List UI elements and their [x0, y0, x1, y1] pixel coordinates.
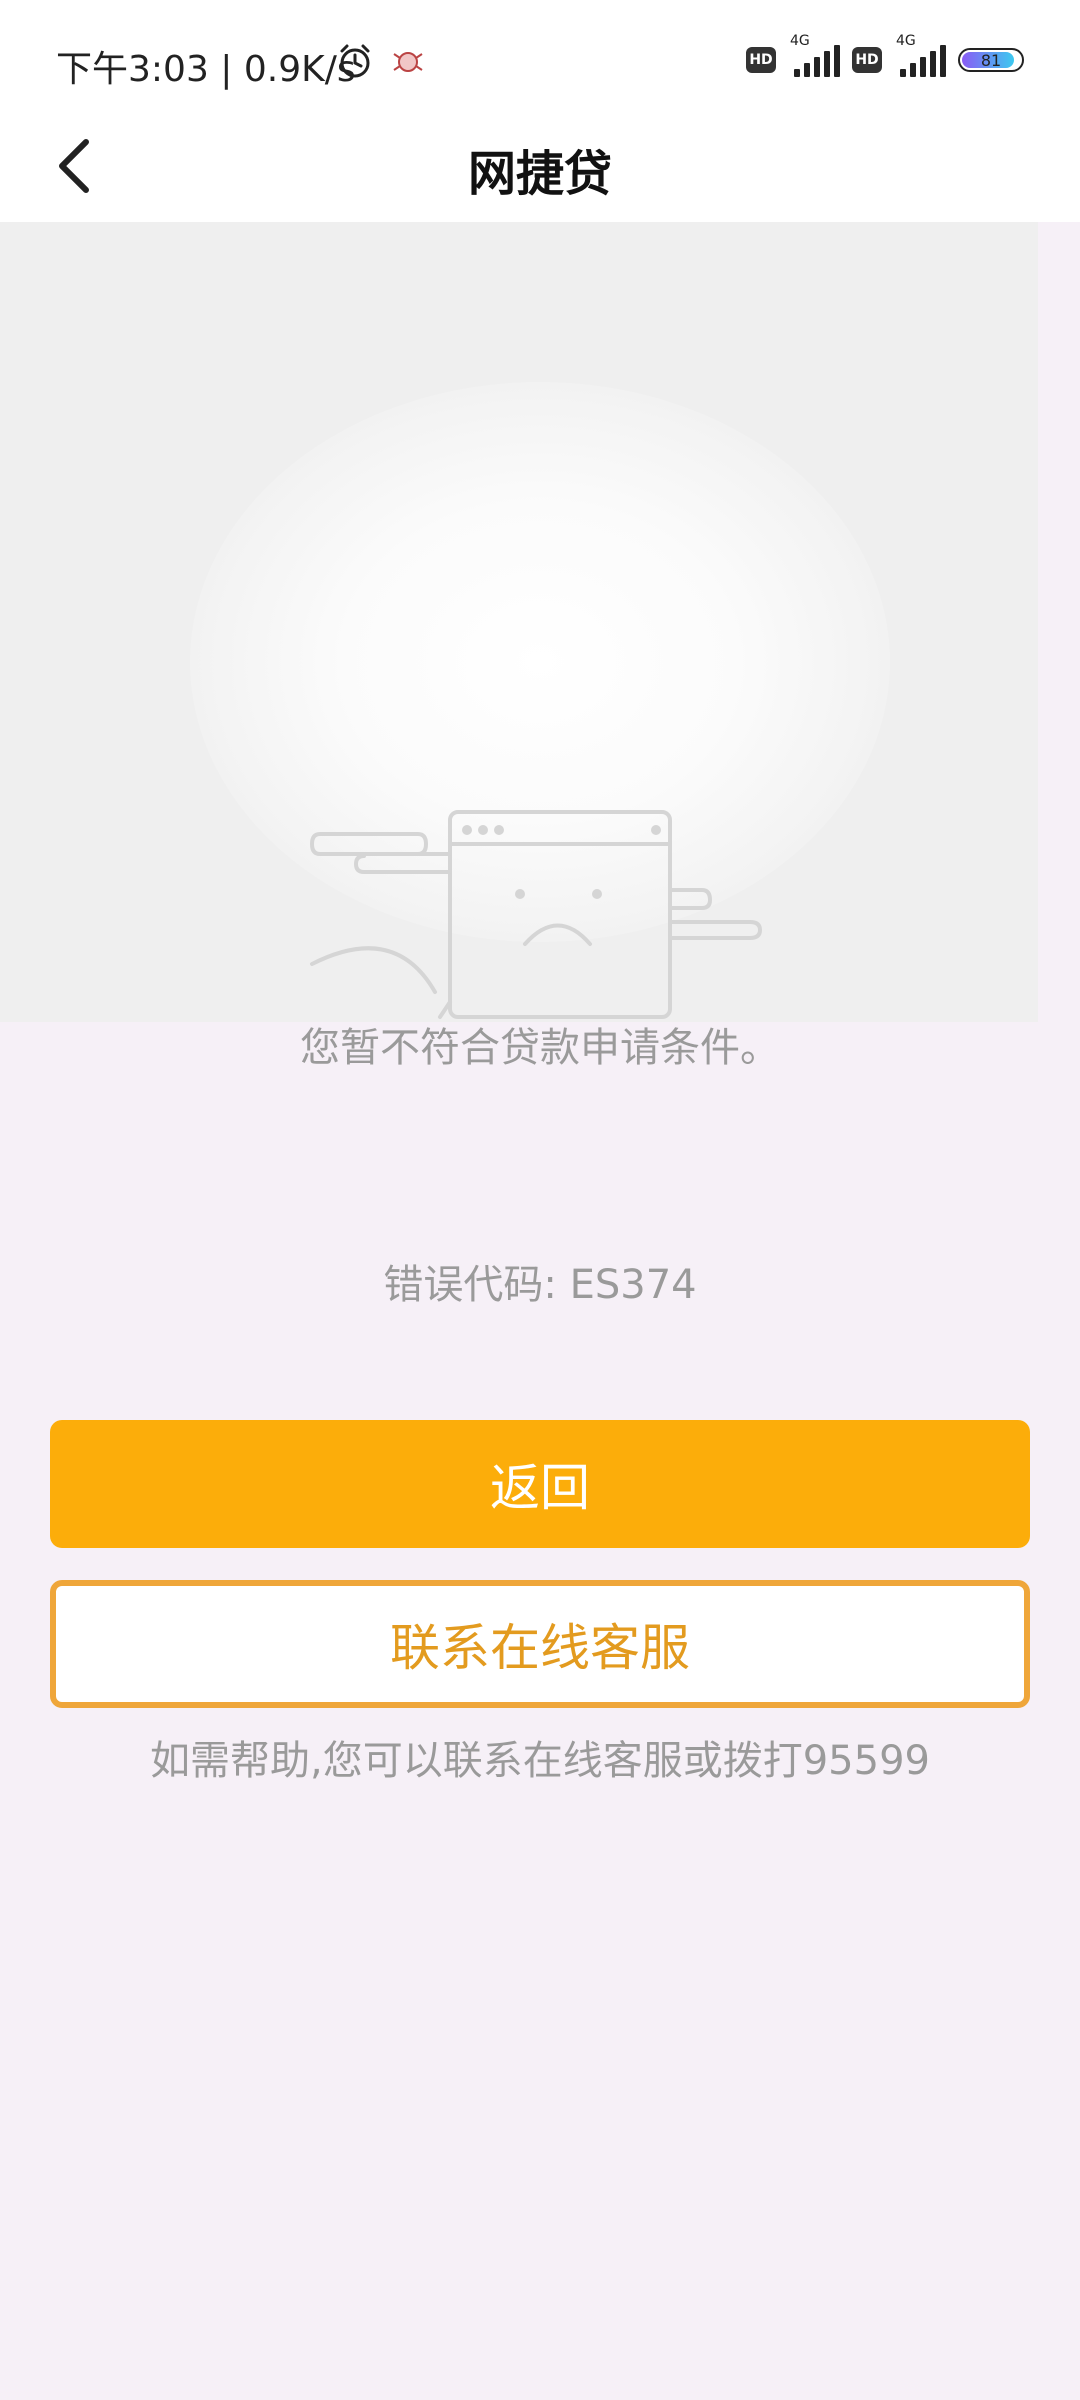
page-title: 网捷贷 — [467, 146, 612, 202]
contact-online-service-button[interactable]: 联系在线客服 — [50, 1580, 1030, 1708]
signal-icon: 4G — [788, 33, 840, 77]
alarm-icon — [336, 42, 374, 84]
signal-icon-2: 4G — [894, 33, 946, 77]
sad-browser-window-icon — [309, 810, 763, 1019]
network-type-label-2: 4G — [896, 33, 916, 49]
status-bar: 下午3:03 | 0.9K/s HD 4G HD 4G 81 — [0, 0, 1080, 110]
status-time: 下午3:03 | 0.9K/s — [56, 49, 356, 90]
header: 网捷贷 — [0, 110, 1080, 222]
return-button[interactable]: 返回 — [50, 1420, 1030, 1548]
battery-icon: 81 — [958, 48, 1024, 72]
help-text: 如需帮助,您可以联系在线客服或拨打95599 — [150, 1738, 930, 1784]
illustration-area — [0, 222, 1038, 1022]
hd-icon: HD — [746, 47, 776, 73]
error-code: 错误代码: ES374 — [383, 1262, 697, 1308]
ineligible-message: 您暂不符合贷款申请条件。 — [300, 1025, 780, 1071]
hd-icon-2: HD — [852, 47, 882, 73]
notification-app-icon — [390, 46, 426, 80]
status-icons: HD 4G HD 4G 81 — [746, 33, 1024, 78]
battery-level: 81 — [980, 50, 1002, 70]
network-type-label: 4G — [790, 33, 810, 49]
